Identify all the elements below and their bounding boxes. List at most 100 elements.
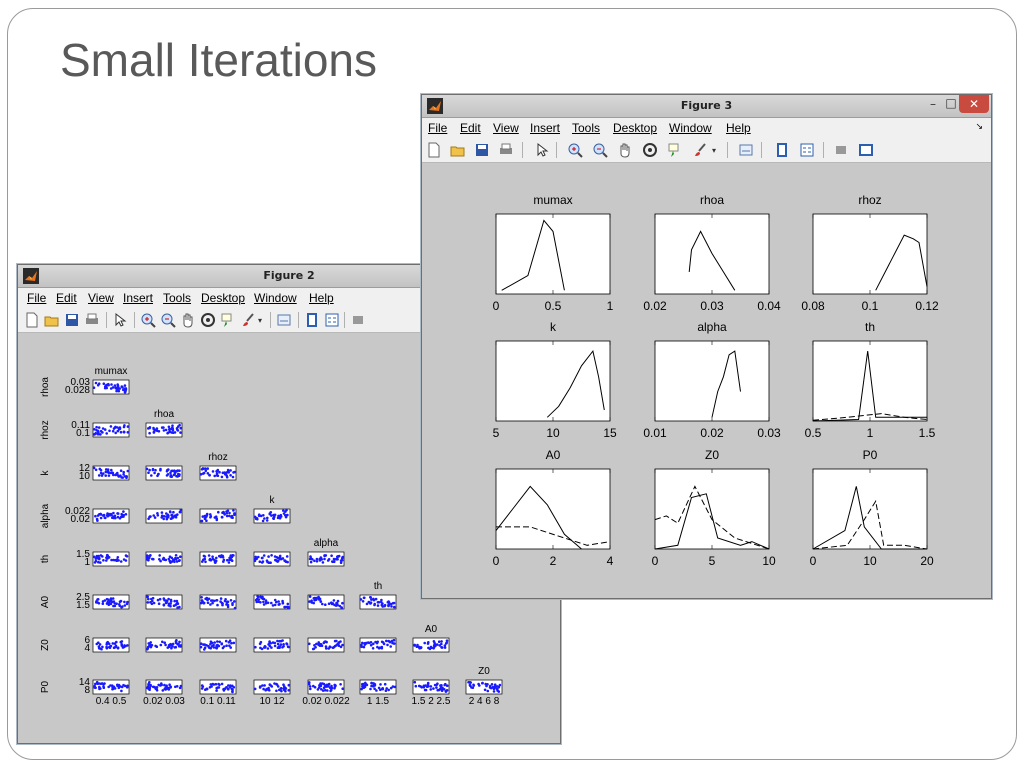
scatter-point xyxy=(179,426,183,430)
print-icon[interactable] xyxy=(498,142,514,158)
scatter-point xyxy=(166,473,170,476)
scatter-point xyxy=(104,470,108,474)
data-cursor-icon[interactable] xyxy=(667,142,683,158)
scatter-point xyxy=(218,683,221,687)
scatter-point xyxy=(372,597,375,601)
scatter-point xyxy=(99,433,102,436)
menu-edit[interactable]: Edit xyxy=(460,121,481,135)
zoom-in-icon[interactable] xyxy=(140,312,156,328)
density-panel-th: th 0.5 1 1.5 xyxy=(805,320,936,440)
menu-insert[interactable]: Insert xyxy=(530,121,560,135)
scatter-point xyxy=(261,556,264,560)
legend-icon[interactable] xyxy=(799,142,815,158)
scatter-point xyxy=(92,555,96,559)
scatter-point xyxy=(276,639,279,643)
scatter-point xyxy=(440,686,443,690)
menu-window[interactable]: Window xyxy=(669,121,712,135)
toolbar-separator xyxy=(134,312,135,328)
scatter-point xyxy=(267,555,270,558)
legend-icon[interactable] xyxy=(324,312,340,328)
colorbar-icon[interactable] xyxy=(304,312,320,328)
zoom-out-icon[interactable] xyxy=(592,142,608,158)
show-plot-tools-icon[interactable] xyxy=(858,142,874,158)
scatter-cell xyxy=(145,637,183,653)
menu-help[interactable]: Help xyxy=(309,291,334,305)
save-icon[interactable] xyxy=(474,142,490,158)
scatter-point xyxy=(165,599,169,603)
maximize-button[interactable]: □ xyxy=(943,94,959,112)
scatter-point xyxy=(270,601,273,605)
menu-desktop[interactable]: Desktop xyxy=(613,121,657,135)
brush-icon[interactable] xyxy=(240,312,256,328)
menu-tools[interactable]: Tools xyxy=(572,121,600,135)
scatter-point xyxy=(276,646,280,649)
zoom-out-icon[interactable] xyxy=(160,312,176,328)
menu-file[interactable]: File xyxy=(27,291,46,305)
scatter-point xyxy=(332,560,336,564)
link-plot-icon[interactable] xyxy=(738,142,754,158)
scatter-point xyxy=(206,467,209,470)
scatter-point xyxy=(313,559,316,563)
scatter-point xyxy=(112,515,115,518)
menu-desktop[interactable]: Desktop xyxy=(201,291,245,305)
figure-3-titlebar[interactable]: Figure 3 – □ ✕ xyxy=(422,95,991,118)
pan-hand-icon[interactable] xyxy=(617,142,633,158)
row-label: Z0 xyxy=(40,639,51,651)
rotate-3d-icon[interactable] xyxy=(642,142,658,158)
colorbar-icon[interactable] xyxy=(774,142,790,158)
scatter-point xyxy=(225,644,228,647)
pan-hand-icon[interactable] xyxy=(180,312,196,328)
scatter-point xyxy=(436,682,439,685)
pointer-icon[interactable] xyxy=(112,312,128,328)
scatter-point xyxy=(205,519,208,522)
hide-plot-tools-icon[interactable] xyxy=(350,312,366,328)
new-figure-icon[interactable] xyxy=(426,142,442,158)
figure-3-plot-area[interactable]: mumax 0 0.5 1 rhoa 0.02 0.03 0.04 rhoz 0.08 0.1 0.1… xyxy=(422,165,991,595)
scatter-point xyxy=(276,556,280,560)
menu-insert[interactable]: Insert xyxy=(123,291,153,305)
scatter-point xyxy=(116,556,120,559)
menu-help[interactable]: Help xyxy=(726,121,751,135)
new-figure-icon[interactable] xyxy=(24,312,40,328)
scatter-point xyxy=(167,688,171,691)
axes-box xyxy=(199,594,237,610)
scatter-point xyxy=(122,510,125,513)
minimize-button[interactable]: – xyxy=(921,95,945,113)
scatter-point xyxy=(152,601,156,605)
save-icon[interactable] xyxy=(64,312,80,328)
close-button[interactable]: ✕ xyxy=(959,95,989,113)
dock-arrow-icon[interactable]: ↘ xyxy=(975,121,983,132)
scatter-point xyxy=(376,604,380,607)
brush-dropdown-arrow[interactable]: ▾ xyxy=(712,146,716,155)
tick-label: 4 xyxy=(607,554,614,568)
scatter-point xyxy=(212,646,216,649)
row-label: th xyxy=(40,555,51,563)
link-plot-icon[interactable] xyxy=(276,312,292,328)
print-icon[interactable] xyxy=(84,312,100,328)
panel-title: th xyxy=(865,320,875,334)
menu-view[interactable]: View xyxy=(493,121,519,135)
brush-icon[interactable] xyxy=(692,142,708,158)
scatter-point xyxy=(99,554,103,557)
column-tick-label: 0.1 0.11 xyxy=(200,696,236,707)
menu-file[interactable]: File xyxy=(428,121,447,135)
data-cursor-icon[interactable] xyxy=(220,312,236,328)
open-icon[interactable] xyxy=(450,142,466,158)
brush-dropdown-arrow[interactable]: ▾ xyxy=(258,316,262,325)
scatter-point xyxy=(171,428,175,432)
scatter-point xyxy=(149,645,153,649)
menu-view[interactable]: View xyxy=(88,291,114,305)
rotate-3d-icon[interactable] xyxy=(200,312,216,328)
menu-edit[interactable]: Edit xyxy=(56,291,77,305)
menu-window[interactable]: Window xyxy=(254,291,297,305)
scatter-point xyxy=(108,429,111,433)
scatter-point xyxy=(223,687,226,691)
figure-3-window[interactable]: Figure 3 – □ ✕ File Edit View Insert Too… xyxy=(421,94,992,599)
pointer-icon[interactable] xyxy=(534,142,550,158)
menu-tools[interactable]: Tools xyxy=(163,291,191,305)
zoom-in-icon[interactable] xyxy=(567,142,583,158)
hide-plot-tools-icon[interactable] xyxy=(833,142,849,158)
scatter-point xyxy=(331,646,335,649)
open-icon[interactable] xyxy=(44,312,60,328)
scatter-point xyxy=(126,431,130,434)
